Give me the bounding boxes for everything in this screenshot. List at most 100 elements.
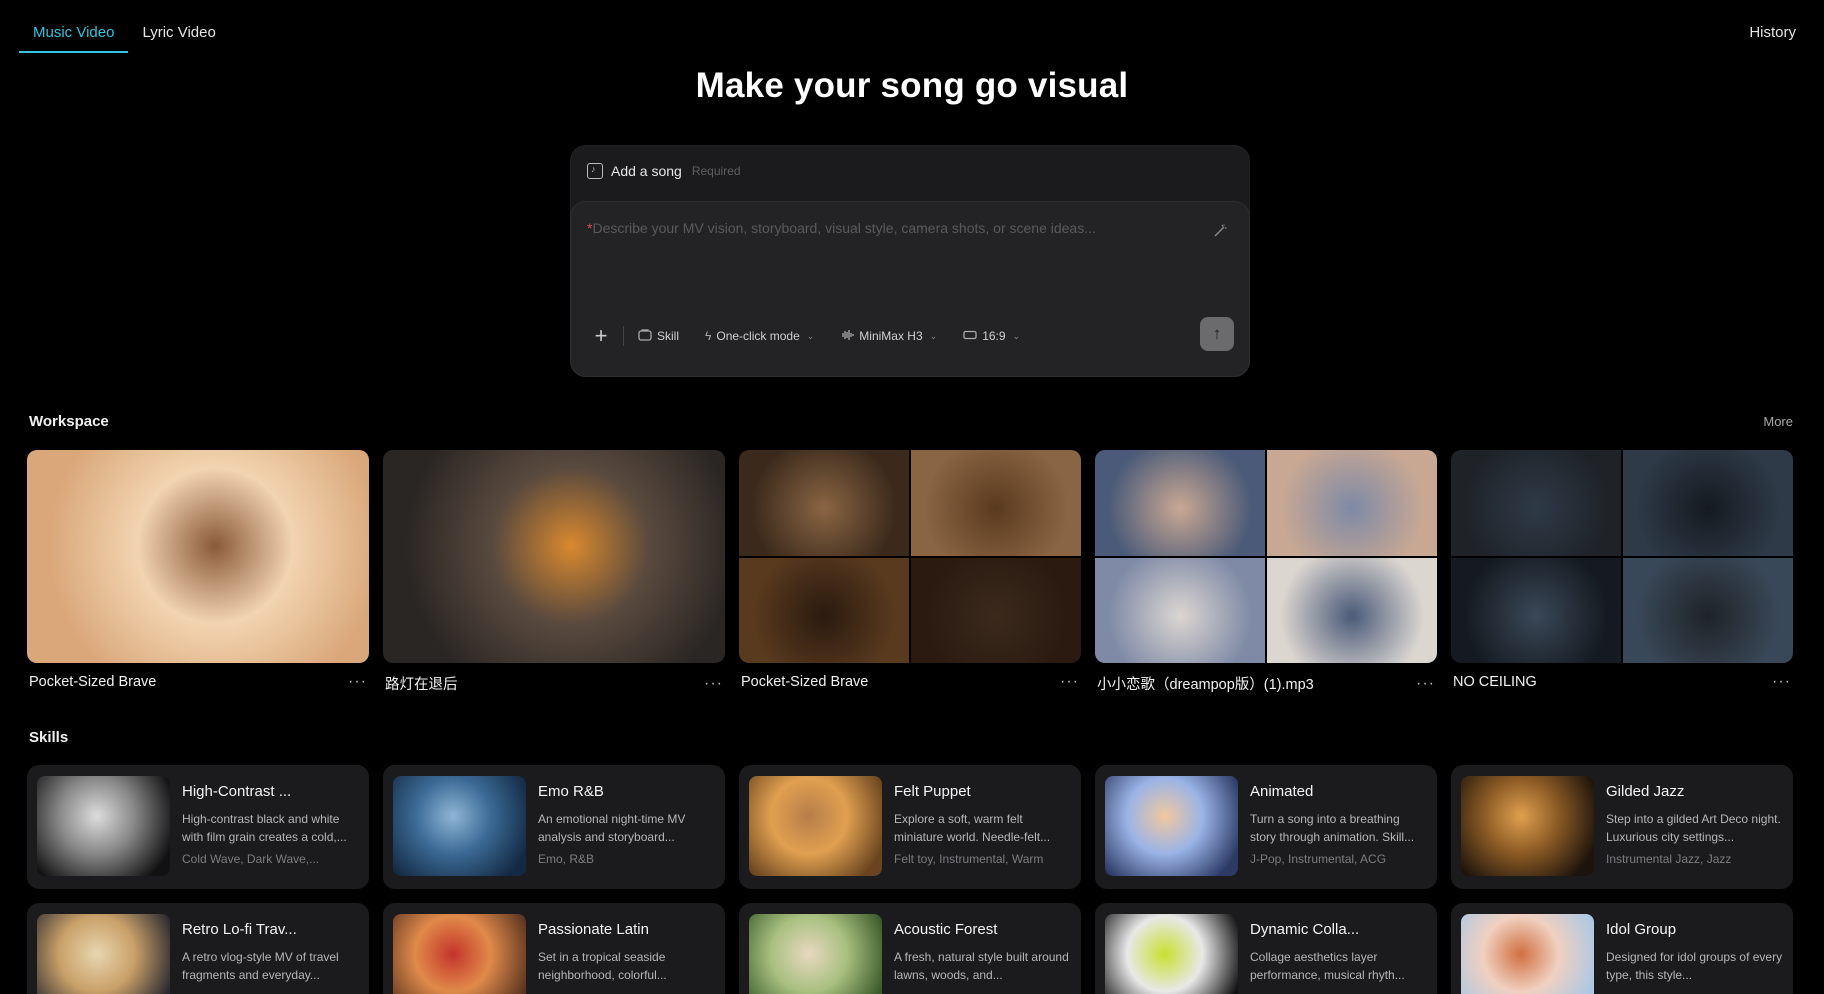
prompt-input[interactable]: *Describe your MV vision, storyboard, vi… [570,201,1250,377]
workspace-card[interactable]: NO CEILING ··· [1451,450,1793,694]
skill-tags: J-Pop, Instrumental, ACG [1250,852,1387,866]
thumbnail-frame [1451,557,1621,663]
magic-wand-icon[interactable] [1213,224,1227,241]
composer-toolbar: + Skill ϟ One-click mode ⌄ MiniMax H3 ⌄ [589,323,1046,349]
skill-name: Animated [1250,783,1314,800]
workspace-card[interactable]: 小小恋歌（dreampop版）(1).mp3 ··· [1095,450,1437,694]
workspace-thumbnail [1451,450,1793,663]
more-options-icon[interactable]: ··· [1060,673,1079,691]
workspace-name: 路灯在退后 [385,677,458,693]
thumbnail-frame [739,450,909,556]
skill-name: Idol Group [1606,921,1677,938]
skill-thumbnail [1105,776,1238,876]
chevron-down-icon: ⌄ [1012,330,1021,341]
skill-name: Emo R&B [538,783,604,800]
thumbnail-frame [1095,450,1265,556]
skill-name: Retro Lo-fi Trav... [182,921,297,938]
workspace-card[interactable]: Pocket-Sized Brave ··· [739,450,1081,694]
workspace-name: Pocket-Sized Brave [741,674,869,690]
add-attachment-button[interactable]: + [589,323,613,349]
more-options-icon[interactable]: ··· [1772,673,1791,691]
model-dropdown[interactable]: MiniMax H3 ⌄ [840,329,937,344]
skill-tags: Felt toy, Instrumental, Warm [894,852,1044,866]
skill-name: Passionate Latin [538,921,649,938]
mode-tabs: Music Video Lyric Video [19,18,230,53]
skill-card[interactable]: Gilded Jazz Step into a gilded Art Deco n… [1451,765,1793,889]
skill-card[interactable]: Idol Group Designed for idol groups of ev… [1451,903,1793,994]
thumbnail-frame [911,557,1081,663]
skill-description: A retro vlog-style MV of travel fragment… [182,950,339,982]
more-options-icon[interactable]: ··· [348,673,367,691]
thumbnail-frame [1451,450,1621,556]
skill-thumbnail [393,914,526,994]
skill-description: A fresh, natural style built around lawn… [894,950,1069,982]
mode-label: One-click mode [716,329,800,343]
thumbnail-frame [1623,450,1793,556]
skill-button[interactable]: Skill [638,328,680,344]
skill-card[interactable]: Passionate Latin Set in a tropical seasid… [383,903,725,994]
skill-card[interactable]: Dynamic Colla... Collage aesthetics layer… [1095,903,1437,994]
aspect-ratio-icon [963,329,977,343]
skill-card[interactable]: High-Contrast ... High-contrast black and… [27,765,369,889]
toolbar-divider [623,326,624,346]
skill-name: Gilded Jazz [1606,783,1685,800]
thumbnail-frame [739,557,909,663]
page-title: Make your song go visual [695,66,1129,105]
skill-thumbnail [749,914,882,994]
arrow-up-icon: ↑ [1212,324,1222,343]
send-button[interactable]: ↑ [1200,317,1234,351]
skill-description: Collage aesthetics layer performance, mu… [1250,950,1405,982]
model-label: MiniMax H3 [859,329,923,343]
skill-card[interactable]: Acoustic Forest A fresh, natural style bu… [739,903,1081,994]
more-options-icon[interactable]: ··· [1416,675,1435,693]
workspace-name: NO CEILING [1453,674,1537,690]
composer-panel: Add a song Required *Describe your MV vi… [570,145,1250,377]
skills-grid: High-Contrast ... High-contrast black and… [27,765,1793,994]
add-song-button[interactable]: Add a song Required [587,163,741,179]
skill-thumbnail [37,914,170,994]
skills-title: Skills [29,729,69,746]
skill-tags: Emo, R&B [538,852,595,866]
workspace-more-link[interactable]: More [1763,414,1793,429]
skill-thumbnail [1461,914,1594,994]
workspace-thumbnail [739,450,1081,663]
thumbnail-frame [1267,557,1437,663]
skill-description: High-contrast black and white with film … [182,812,347,844]
skill-card[interactable]: Animated Turn a song into a breathing sto… [1095,765,1437,889]
more-options-icon[interactable]: ··· [704,675,723,693]
tab-lyric-video[interactable]: Lyric Video [128,18,229,53]
skill-thumbnail [749,776,882,876]
prompt-placeholder: *Describe your MV vision, storyboard, vi… [587,220,1096,236]
skill-card[interactable]: Felt Puppet Explore a soft, warm felt min… [739,765,1081,889]
skill-description: Set in a tropical seaside neighborhood, … [538,950,667,982]
history-link[interactable]: History [1749,24,1796,41]
workspace-card[interactable]: Pocket-Sized Brave ··· [27,450,369,694]
skill-thumbnail [1105,914,1238,994]
skill-name: Dynamic Colla... [1250,921,1360,938]
skill-tags: Instrumental Jazz, Jazz [1606,852,1732,866]
thumbnail-grid [1451,450,1793,663]
skill-thumbnail [37,776,170,876]
skill-card[interactable]: Retro Lo-fi Trav... A retro vlog-style MV… [27,903,369,994]
thumbnail-frame [1095,557,1265,663]
tab-music-video[interactable]: Music Video [19,18,129,53]
workspace-thumbnail [383,450,725,663]
workspace-card[interactable]: 路灯在退后 ··· [383,450,725,694]
workspace-thumbnail [27,450,369,663]
skill-tags: Cold Wave, Dark Wave,... [182,852,320,866]
mode-dropdown[interactable]: ϟ One-click mode ⌄ [705,329,814,343]
thumbnail-frame [1623,557,1793,663]
skill-description: Turn a song into a breathing story throu… [1250,812,1415,844]
ratio-dropdown[interactable]: 16:9 ⌄ [963,329,1020,343]
thumbnail-frame [911,450,1081,556]
chevron-down-icon: ⌄ [929,330,938,341]
skill-description: An emotional night-time MV analysis and … [538,812,686,844]
skill-icon [638,328,652,344]
skill-name: Felt Puppet [894,783,971,800]
skill-card[interactable]: Emo R&B An emotional night-time MV analys… [383,765,725,889]
skill-description: Step into a gilded Art Deco night. Luxur… [1606,812,1781,844]
skill-label: Skill [657,329,680,343]
workspace-thumbnail [1095,450,1437,663]
skill-thumbnail [1461,776,1594,876]
skill-description: Designed for idol groups of every type, … [1606,950,1783,982]
